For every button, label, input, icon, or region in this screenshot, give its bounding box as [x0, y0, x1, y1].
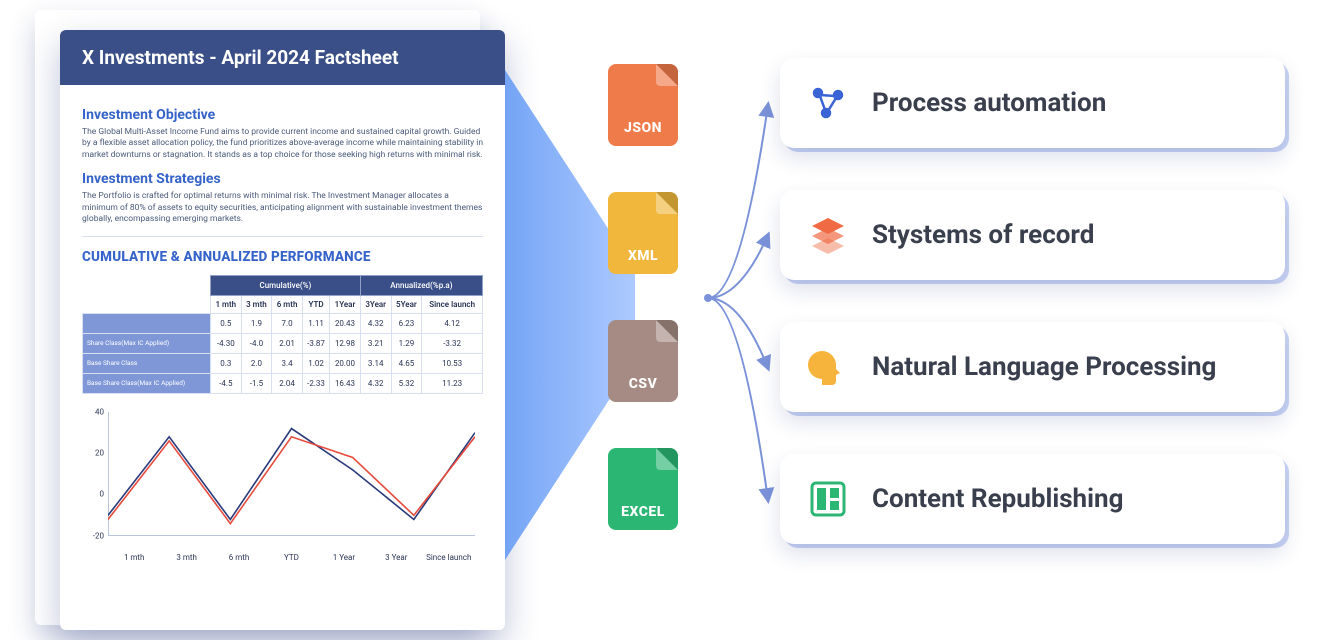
table-group-cum: Cumulative(%): [210, 275, 360, 295]
performance-chart: -2002040 1 mth3 mth6 mthYTD1 Year3 YearS…: [82, 412, 483, 562]
table-cell: 11.23: [422, 373, 483, 393]
table-cell: 1.11: [302, 313, 329, 333]
format-xml-label: XML: [608, 248, 678, 264]
table-row: Base Share Class0.32.03.41.0220.003.144.…: [83, 353, 483, 373]
table-cell: -3.87: [302, 333, 329, 353]
output-card-automation: Process automation: [780, 58, 1285, 148]
chart-xtick: 6 mth: [213, 553, 265, 562]
format-json-label: JSON: [608, 120, 678, 136]
table-cell: 20.43: [330, 313, 361, 333]
chart-xlabels: 1 mth3 mth6 mthYTD1 Year3 YearSince laun…: [108, 553, 475, 562]
table-cell: -4.0: [241, 333, 272, 353]
chart-series: [108, 428, 475, 519]
format-excel-label: EXCEL: [608, 504, 678, 520]
table-row: 0.51.97.01.1120.434.326.234.12: [83, 313, 483, 333]
performance-heading: CUMULATIVE & ANNUALIZED PERFORMANCE: [82, 249, 483, 265]
output-label: Content Republishing: [872, 484, 1123, 514]
output-card-record: Stystems of record: [780, 190, 1285, 280]
table-cell: 3.21: [360, 333, 391, 353]
table-cell: 7.0: [272, 313, 303, 333]
output-label: Natural Language Processing: [872, 352, 1216, 382]
performance-table: Cumulative(%) Annualized(%p.a) 1 mth 3 m…: [82, 275, 483, 394]
strategies-body: The Portfolio is crafted for optimal ret…: [82, 191, 483, 225]
connector-arrows: [700, 50, 780, 580]
objective-body: The Global Multi-Asset Income Fund aims …: [82, 127, 483, 161]
table-cell: 5.32: [391, 373, 422, 393]
chart-xtick: 3 Year: [370, 553, 422, 562]
chart-xtick: YTD: [265, 553, 317, 562]
row-label: Base Share Class: [83, 353, 211, 373]
table-cell: 4.32: [360, 313, 391, 333]
table-cell: 3.4: [272, 353, 303, 373]
table-cell: 1.9: [241, 313, 272, 333]
table-cell: -2.33: [302, 373, 329, 393]
table-cell: 20.00: [330, 353, 361, 373]
format-csv-label: CSV: [608, 376, 678, 392]
output-card-republish: Content Republishing: [780, 454, 1285, 544]
nodes-icon: [806, 81, 850, 125]
table-header-row: 1 mth 3 mth 6 mth YTD 1Year 3Year 5Year …: [83, 295, 483, 313]
row-label: Base Share Class(Max IC Applied): [83, 373, 211, 393]
table-cell: -3.32: [422, 333, 483, 353]
layout-icon: [806, 477, 850, 521]
table-cell: -1.5: [241, 373, 272, 393]
table-cell: 0.3: [210, 353, 241, 373]
objective-heading: Investment Objective: [82, 107, 483, 123]
table-cell: 2.04: [272, 373, 303, 393]
layers-icon: [806, 213, 850, 257]
table-cell: 4.12: [422, 313, 483, 333]
table-cell: 4.65: [391, 353, 422, 373]
chart-ytick: 0: [82, 490, 104, 499]
chart-ytick: 20: [82, 449, 104, 458]
chart-ytick: 40: [82, 407, 104, 416]
row-label: [83, 313, 211, 333]
chart-xtick: 1 Year: [318, 553, 370, 562]
divider: [82, 236, 483, 237]
table-cell: 2.01: [272, 333, 303, 353]
table-cell: 4.32: [360, 373, 391, 393]
table-row: Share Class(Max IC Applied)-4.30-4.02.01…: [83, 333, 483, 353]
table-cell: 6.23: [391, 313, 422, 333]
row-label: Share Class(Max IC Applied): [83, 333, 211, 353]
table-cell: 12.98: [330, 333, 361, 353]
factsheet-document: X Investments - April 2024 Factsheet Inv…: [60, 30, 505, 630]
table-cell: -4.30: [210, 333, 241, 353]
table-cell: 2.0: [241, 353, 272, 373]
chart-xtick: 1 mth: [108, 553, 160, 562]
format-excel: EXCEL: [608, 448, 678, 530]
chart-ytick: -20: [82, 531, 104, 540]
table-cell: 0.5: [210, 313, 241, 333]
document-title: X Investments - April 2024 Factsheet: [60, 30, 505, 85]
format-json: JSON: [608, 64, 678, 146]
output-label: Process automation: [872, 88, 1106, 118]
table-group-ann: Annualized(%p.a): [360, 275, 482, 295]
chart-lines: [108, 412, 475, 536]
table-cell: -4.5: [210, 373, 241, 393]
head-icon: [806, 345, 850, 389]
chart-xtick: Since launch: [423, 553, 475, 562]
table-cell: 10.53: [422, 353, 483, 373]
output-card-nlp: Natural Language Processing: [780, 322, 1285, 412]
table-cell: 3.14: [360, 353, 391, 373]
format-csv: CSV: [608, 320, 678, 402]
table-cell: 1.29: [391, 333, 422, 353]
output-label: Stystems of record: [872, 220, 1094, 250]
table-cell: 16.43: [330, 373, 361, 393]
table-cell: 1.02: [302, 353, 329, 373]
chart-xtick: 3 mth: [160, 553, 212, 562]
strategies-heading: Investment Strategies: [82, 171, 483, 187]
format-xml: XML: [608, 192, 678, 274]
table-row: Base Share Class(Max IC Applied)-4.5-1.5…: [83, 373, 483, 393]
